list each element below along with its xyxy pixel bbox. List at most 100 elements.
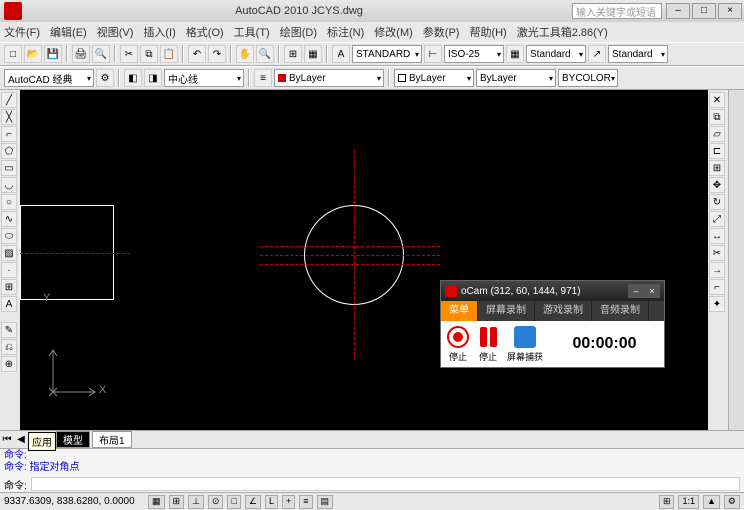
tool-palette-button[interactable]: ▦ <box>304 45 322 63</box>
spline-tool[interactable]: ∿ <box>1 211 17 227</box>
array-tool[interactable]: ⊞ <box>709 160 725 176</box>
mleader-style-dropdown[interactable]: Standard <box>608 45 668 63</box>
rectangle-tool[interactable]: ▭ <box>1 160 17 176</box>
grid-toggle[interactable]: ⊞ <box>169 495 185 509</box>
layer-dropdown[interactable]: ByLayer <box>274 69 384 87</box>
command-input[interactable] <box>31 477 740 491</box>
ducs-toggle[interactable]: L <box>265 495 278 509</box>
layer-iso-button[interactable]: ◨ <box>144 69 162 87</box>
vertical-scrollbar[interactable] <box>728 90 744 430</box>
trim-tool[interactable]: ✂ <box>709 245 725 261</box>
stretch-tool[interactable]: ↔ <box>709 228 725 244</box>
xline-tool[interactable]: ╳ <box>1 109 17 125</box>
help-search-input[interactable]: 输入关键字或短语 <box>572 3 662 19</box>
ellipse-tool[interactable]: ⬭ <box>1 228 17 244</box>
menu-insert[interactable]: 插入(I) <box>143 24 175 40</box>
text-style-dropdown[interactable]: STANDARD <box>352 45 422 63</box>
modify-tool-3[interactable]: ⊕ <box>1 356 17 372</box>
menu-edit[interactable]: 编辑(E) <box>50 24 87 40</box>
undo-button[interactable]: ↶ <box>188 45 206 63</box>
layer-state-button[interactable]: ◧ <box>124 69 142 87</box>
dim-style-dropdown[interactable]: ISO-25 <box>444 45 504 63</box>
lineweight-dropdown[interactable]: ByLayer <box>476 69 556 87</box>
pan-button[interactable]: ✋ <box>236 45 254 63</box>
table-style-icon[interactable]: ▦ <box>506 45 524 63</box>
app-logo[interactable] <box>4 2 22 20</box>
layer-props-button[interactable]: ≡ <box>254 69 272 87</box>
print-button[interactable]: 🖨 <box>72 45 90 63</box>
polyline-tool[interactable]: ⌐ <box>1 126 17 142</box>
erase-tool[interactable]: ✕ <box>709 92 725 108</box>
properties-button[interactable]: ⊞ <box>284 45 302 63</box>
otrack-toggle[interactable]: ∠ <box>245 495 261 509</box>
zoom-button[interactable]: 🔍 <box>256 45 274 63</box>
explode-tool[interactable]: ✦ <box>709 296 725 312</box>
menu-format[interactable]: 格式(O) <box>186 24 224 40</box>
lwt-toggle[interactable]: ≡ <box>299 495 312 509</box>
modify-tool-2[interactable]: ⎌ <box>1 339 17 355</box>
command-window[interactable]: 命令: 命令: 指定对角点 <box>0 448 744 476</box>
ocam-tab-audio[interactable]: 音频录制 <box>592 301 649 321</box>
ocam-tab-menu[interactable]: 菜单 <box>441 301 478 321</box>
ocam-pause-button[interactable]: 停止 <box>477 326 499 363</box>
line-tool[interactable]: ╱ <box>1 92 17 108</box>
ocam-tab-game[interactable]: 游戏录制 <box>535 301 592 321</box>
move-tool[interactable]: ✥ <box>709 177 725 193</box>
polygon-tool[interactable]: ⬠ <box>1 143 17 159</box>
menu-help[interactable]: 帮助(H) <box>469 24 506 40</box>
redo-button[interactable]: ↷ <box>208 45 226 63</box>
dim-style-icon[interactable]: ⊢ <box>424 45 442 63</box>
preview-button[interactable]: 🔍 <box>92 45 110 63</box>
drawing-canvas[interactable]: Y X oCam (312, 60, 1444, 971) – × 菜单 屏幕录… <box>20 90 708 430</box>
extend-tool[interactable]: → <box>709 262 725 278</box>
open-button[interactable]: 📂 <box>24 45 42 63</box>
model-tab[interactable]: 模型 <box>56 431 90 448</box>
linetype-dropdown[interactable]: 中心线 <box>164 69 244 87</box>
workspace-settings-button[interactable]: ⚙ <box>96 69 114 87</box>
offset-tool[interactable]: ⊏ <box>709 143 725 159</box>
anno-vis-toggle[interactable]: ▲ <box>703 495 720 509</box>
block-tool[interactable]: ⊞ <box>1 279 17 295</box>
color-dropdown[interactable]: ByLayer <box>394 69 474 87</box>
model-paper-toggle[interactable]: ⊞ <box>659 495 675 509</box>
menu-file[interactable]: 文件(F) <box>4 24 40 40</box>
minimize-button[interactable]: – <box>666 3 690 19</box>
modify-tool-1[interactable]: ✎ <box>1 322 17 338</box>
cut-button[interactable]: ✂ <box>120 45 138 63</box>
ocam-stop-button[interactable]: 停止 <box>447 326 469 363</box>
maximize-button[interactable]: □ <box>692 3 716 19</box>
menu-modify[interactable]: 修改(M) <box>374 24 413 40</box>
arc-tool[interactable]: ◡ <box>1 177 17 193</box>
menu-dimension[interactable]: 标注(N) <box>327 24 364 40</box>
copy-button[interactable]: ⧉ <box>140 45 158 63</box>
mirror-tool[interactable]: ▱ <box>709 126 725 142</box>
anno-scale[interactable]: 1:1 <box>678 495 699 509</box>
new-button[interactable]: □ <box>4 45 22 63</box>
menu-tools[interactable]: 工具(T) <box>234 24 270 40</box>
rotate-tool[interactable]: ↻ <box>709 194 725 210</box>
qp-toggle[interactable]: ▤ <box>317 495 334 509</box>
ocam-close-button[interactable]: × <box>644 284 660 298</box>
workspace-switch[interactable]: ⚙ <box>724 495 740 509</box>
osnap-toggle[interactable]: □ <box>227 495 240 509</box>
ocam-window[interactable]: oCam (312, 60, 1444, 971) – × 菜单 屏幕录制 游戏… <box>440 280 665 368</box>
ocam-titlebar[interactable]: oCam (312, 60, 1444, 971) – × <box>441 281 664 301</box>
plotstyle-dropdown[interactable]: BYCOLOR <box>558 69 618 87</box>
tab-nav-first[interactable]: ⏮ <box>0 434 14 445</box>
fillet-tool[interactable]: ⌐ <box>709 279 725 295</box>
ocam-minimize-button[interactable]: – <box>628 284 644 298</box>
snap-toggle[interactable]: ▦ <box>148 495 165 509</box>
table-style-dropdown[interactable]: Standard <box>526 45 586 63</box>
save-button[interactable]: 💾 <box>44 45 62 63</box>
text-tool[interactable]: A <box>1 296 17 312</box>
ocam-capture-button[interactable]: 屏幕捕获 <box>507 326 543 363</box>
tab-nav-prev[interactable]: ◀ <box>14 434 28 445</box>
text-style-icon[interactable]: A <box>332 45 350 63</box>
polar-toggle[interactable]: ⊙ <box>208 495 224 509</box>
layout1-tab[interactable]: 布局1 <box>92 431 132 448</box>
ortho-toggle[interactable]: ⊥ <box>188 495 204 509</box>
scale-tool[interactable]: ⤢ <box>709 211 725 227</box>
paste-button[interactable]: 📋 <box>160 45 178 63</box>
ocam-tab-screen[interactable]: 屏幕录制 <box>478 301 535 321</box>
menu-draw[interactable]: 绘图(D) <box>280 24 317 40</box>
